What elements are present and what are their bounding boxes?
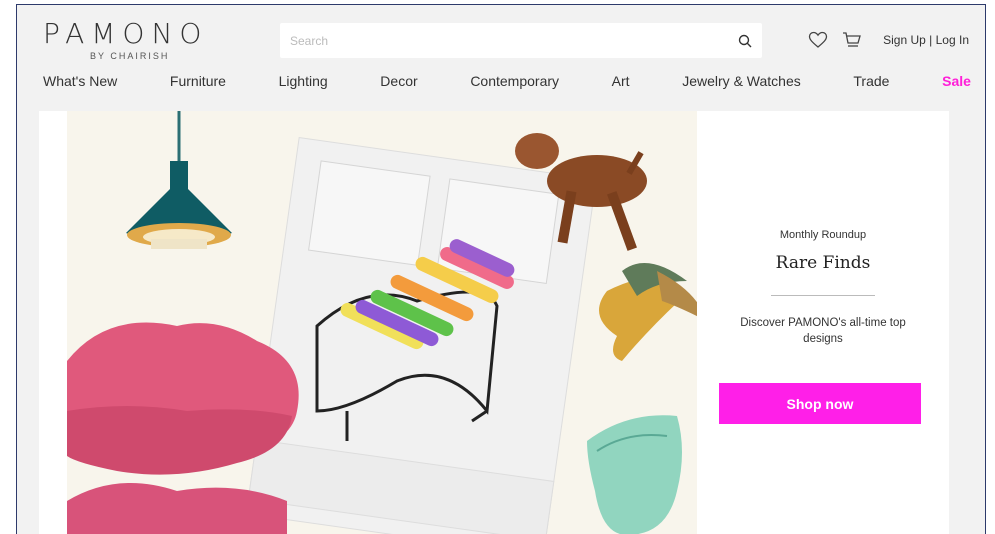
promo-divider [771, 295, 875, 296]
promo-eyebrow: Monthly Roundup [779, 229, 867, 241]
nav-item-trade[interactable]: Trade [853, 73, 889, 89]
lips-sofa-illustration [67, 322, 299, 534]
heart-icon[interactable] [807, 29, 829, 51]
auth-links: Sign Up | Log In [883, 33, 969, 47]
cart-icon[interactable] [841, 29, 863, 51]
logo-wordmark: PAMONO [43, 17, 209, 50]
nav-item-contemporary[interactable]: Contemporary [470, 73, 559, 89]
search-input[interactable] [280, 23, 728, 58]
nav-item-art[interactable]: Art [612, 73, 630, 89]
log-in-link[interactable]: Log In [936, 33, 969, 47]
site-logo[interactable]: PAMONO BY CHAIRISH [43, 17, 209, 62]
nav-item-jewelry-watches[interactable]: Jewelry & Watches [682, 73, 801, 89]
browser-frame: PAMONO BY CHAIRISH Sign Up | Log In [16, 4, 986, 534]
nav-item-whats-new[interactable]: What's New [43, 73, 117, 89]
glass-vase-illustration [587, 415, 682, 534]
logo-subtitle: BY CHAIRISH [90, 51, 170, 61]
pendant-lamp-illustration [126, 111, 232, 249]
search-bar [280, 23, 762, 58]
sign-up-link[interactable]: Sign Up [883, 33, 926, 47]
promo-description: Discover PAMONO's all-time top designs [740, 317, 906, 345]
nav-item-furniture[interactable]: Furniture [170, 73, 226, 89]
search-icon[interactable] [728, 23, 762, 58]
main-nav: What's New Furniture Lighting Decor Cont… [43, 73, 971, 89]
nav-item-sale[interactable]: Sale [942, 73, 971, 89]
nav-item-decor[interactable]: Decor [380, 73, 417, 89]
promo-title: Rare Finds [775, 253, 871, 273]
promo-panel: Monthly Roundup Rare Finds Discover PAMO… [697, 111, 949, 534]
auth-separator: | [925, 33, 936, 47]
hero-banner: Monthly Roundup Rare Finds Discover PAMO… [39, 111, 949, 534]
nav-item-lighting[interactable]: Lighting [279, 73, 328, 89]
glass-fish-illustration [599, 263, 697, 361]
header-actions: Sign Up | Log In [807, 29, 969, 51]
shop-now-button[interactable]: Shop now [719, 383, 921, 424]
hero-collage-image[interactable] [67, 111, 697, 534]
